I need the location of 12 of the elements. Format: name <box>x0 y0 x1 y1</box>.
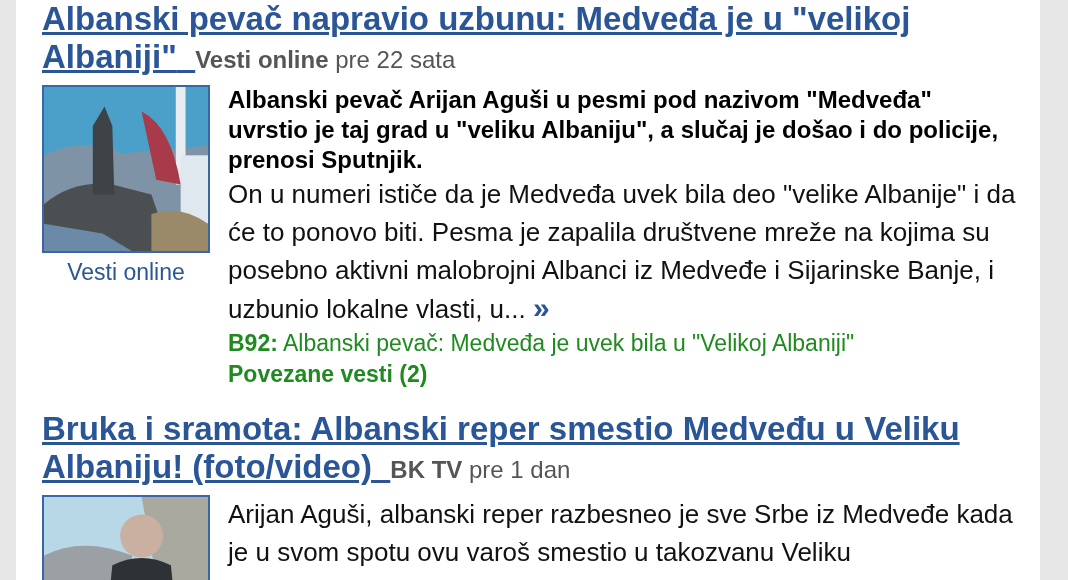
body-paragraph: Arijan Aguši, albanski reper razbesneo je sve Srbe iz Medveđe kada je u svom spotu ovu varoš smestio u takozvanu Veliku <box>228 498 1014 569</box>
headline-link[interactable]: Bruka i sramota: Albanski reper smestio Medveđu u Veliku <box>42 410 960 448</box>
more-link[interactable]: » <box>532 291 550 324</box>
time-label: pre 22 sata <box>335 46 456 73</box>
related-count-link[interactable]: Povezane vesti (2) <box>228 359 428 390</box>
time-label: pre 1 dan <box>468 456 571 483</box>
headline-link[interactable]: Albanski pevač napravio uzbunu: Medveđa je u "velikoj <box>42 0 911 38</box>
related-link[interactable]: Albanski pevač: Medveđa je uvek bila u "Velikoj Albaniji" <box>283 330 855 356</box>
related-source: B92: <box>228 330 278 356</box>
lead-paragraph: Albanski pevač Arijan Aguši u pesmi pod nazivom "Medveđa" uvrstio je taj grad u "veliku Albaniju", a slučaj je došao i do policije, prenosi Sputnjik. <box>228 85 1000 175</box>
body-paragraph: On u numeri ističe da je Medveđa uvek bila deo "velike Albanije" i da će to ponovo biti. Pesma je zapalila društvene mreže na kojima su posebno aktivni malobrojni Albanci iz Medveđe i Sijarinske Banje, i uzbunio lokalne vlasti, u... » <box>228 178 1017 326</box>
image-caption[interactable]: Vesti online <box>67 259 185 286</box>
